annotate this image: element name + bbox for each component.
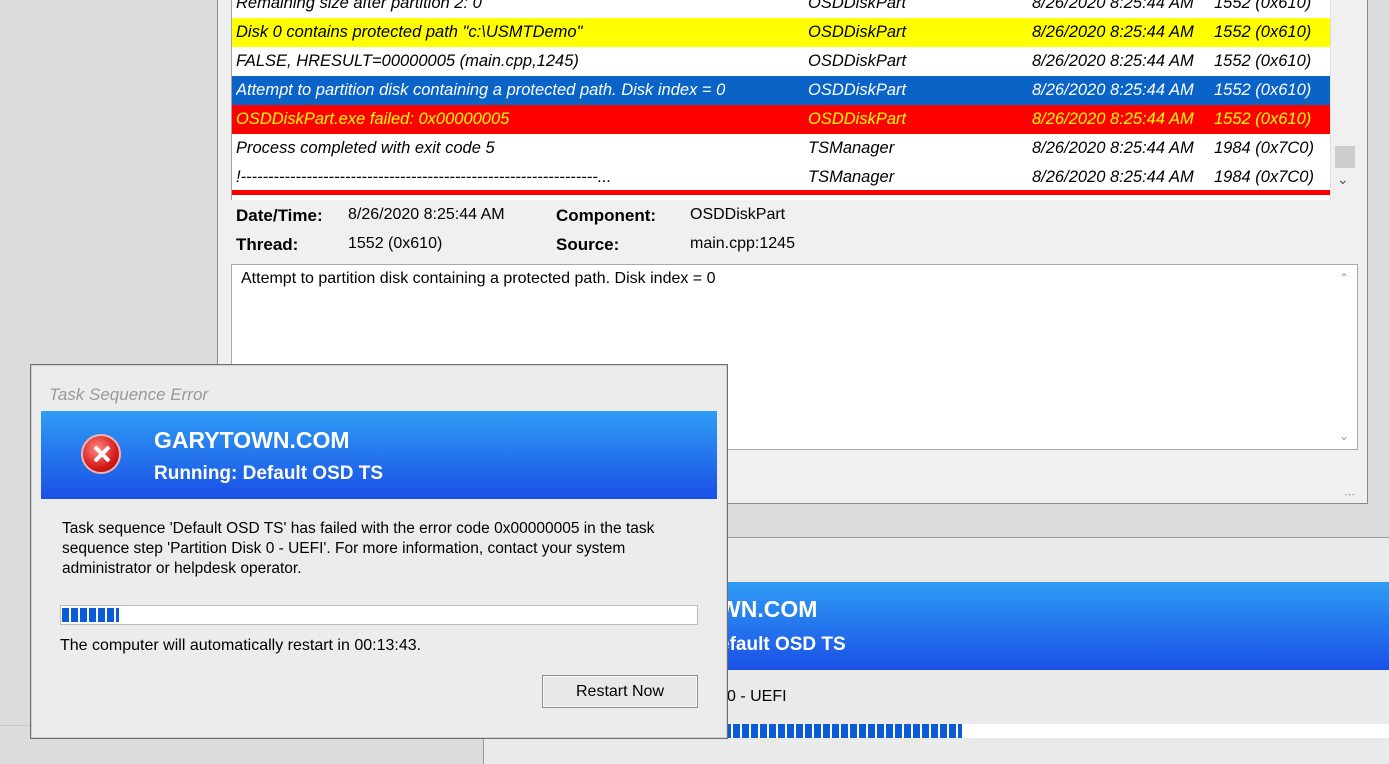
log-row[interactable]: Attempt to partition disk containing a p… <box>232 76 1330 105</box>
log-datetime: 8/26/2020 8:25:44 AM <box>1032 139 1194 157</box>
log-row[interactable]: !---------------------------------------… <box>232 163 1330 192</box>
log-datetime: 8/26/2020 8:25:44 AM <box>1032 81 1194 99</box>
component-label: Component: <box>556 206 657 225</box>
log-component: OSDDiskPart <box>808 52 907 70</box>
restart-now-button[interactable]: Restart Now <box>542 675 698 708</box>
log-message: FALSE, HRESULT=00000005 (main.cpp,1245) <box>236 52 579 70</box>
progress-bar-fill <box>724 724 962 738</box>
error-icon <box>81 434 121 474</box>
log-row[interactable]: Disk 0 contains protected path "c:\USMTD… <box>232 18 1330 47</box>
org-name: GARYTOWN.COM <box>154 427 350 453</box>
log-component: TSManager <box>808 168 895 186</box>
log-entry-list[interactable]: Remaining size after partition 2: 0 OSDDi… <box>231 0 1359 200</box>
progress-org-name: WN.COM <box>719 596 818 622</box>
log-datetime: 8/26/2020 8:25:44 AM <box>1032 23 1194 41</box>
running-sequence-text: Running: Default OSD TS <box>154 463 384 484</box>
scrollbar-thumb[interactable] <box>1335 146 1355 168</box>
log-datetime: 8/26/2020 8:25:44 AM <box>1032 168 1194 186</box>
restart-countdown-fill <box>62 608 120 622</box>
restart-countdown-bar <box>60 605 698 625</box>
log-row[interactable]: Remaining size after partition 2: 0 OSDDi… <box>232 0 1330 18</box>
divider <box>0 725 30 726</box>
log-datetime: 8/26/2020 8:25:44 AM <box>1032 52 1194 70</box>
entry-message-text: Attempt to partition disk containing a p… <box>241 270 716 287</box>
log-datetime: 8/26/2020 8:25:44 AM <box>1032 0 1194 12</box>
progress-running-text: efault OSD TS <box>719 634 846 655</box>
dialog-title: Task Sequence Error <box>49 385 209 404</box>
thread-label: Thread: <box>236 235 299 254</box>
log-datetime: 8/26/2020 8:25:44 AM <box>1032 110 1194 128</box>
log-thread: 1552 (0x610) <box>1214 110 1312 128</box>
log-thread: 1552 (0x610) <box>1214 52 1312 70</box>
log-row[interactable]: OSDDiskPart.exe failed: 0x00000005 OSDDis… <box>232 105 1330 134</box>
log-list-scrollbar[interactable]: ⌄ <box>1330 0 1359 200</box>
error-indicator-bar <box>232 190 1330 195</box>
log-message: OSDDiskPart.exe failed: 0x00000005 <box>236 110 510 128</box>
datetime-value: 8/26/2020 8:25:44 AM <box>348 206 505 223</box>
chevron-down-icon[interactable]: ⌄ <box>1339 429 1349 443</box>
log-component: OSDDiskPart <box>808 23 907 41</box>
datetime-label: Date/Time: <box>236 206 323 225</box>
log-message: Attempt to partition disk containing a p… <box>236 81 726 99</box>
chevron-up-icon[interactable]: ⌃ <box>1339 271 1349 285</box>
log-thread: 1552 (0x610) <box>1214 81 1312 99</box>
log-component: TSManager <box>808 139 895 157</box>
thread-value: 1552 (0x610) <box>348 235 443 252</box>
component-value: OSDDiskPart <box>690 206 786 223</box>
log-message: Remaining size after partition 2: 0 <box>236 0 482 12</box>
log-thread: 1552 (0x610) <box>1214 23 1312 41</box>
progress-step-text: 0 - UEFI <box>727 688 787 705</box>
log-thread: 1984 (0x7C0) <box>1214 168 1314 186</box>
entry-details-panel: Date/Time: 8/26/2020 8:25:44 AM Componen… <box>231 200 1358 264</box>
log-row[interactable]: FALSE, HRESULT=00000005 (main.cpp,1245) O… <box>232 47 1330 76</box>
task-sequence-error-dialog: Task Sequence Error GARYTOWN.COM Running… <box>30 364 728 739</box>
log-component: OSDDiskPart <box>808 81 907 99</box>
error-banner: GARYTOWN.COM Running: Default OSD TS <box>41 411 717 499</box>
log-thread: 1984 (0x7C0) <box>1214 139 1314 157</box>
grip-icon[interactable]: ⋯ <box>1344 488 1355 501</box>
chevron-down-icon[interactable]: ⌄ <box>1337 172 1349 188</box>
source-value: main.cpp:1245 <box>690 235 795 252</box>
restart-countdown-text: The computer will automatically restart … <box>60 637 422 654</box>
error-message: Task sequence 'Default OSD TS' has faile… <box>62 520 655 577</box>
source-label: Source: <box>556 235 620 254</box>
log-component: OSDDiskPart <box>808 0 907 12</box>
log-message: Disk 0 contains protected path "c:\USMTD… <box>236 23 583 41</box>
log-row[interactable]: Process completed with exit code 5 TSMana… <box>232 134 1330 163</box>
log-message: !---------------------------------------… <box>236 168 612 186</box>
log-message: Process completed with exit code 5 <box>236 139 495 157</box>
log-component: OSDDiskPart <box>808 110 907 128</box>
progress-bar <box>724 724 1389 738</box>
log-thread: 1552 (0x610) <box>1214 0 1312 12</box>
